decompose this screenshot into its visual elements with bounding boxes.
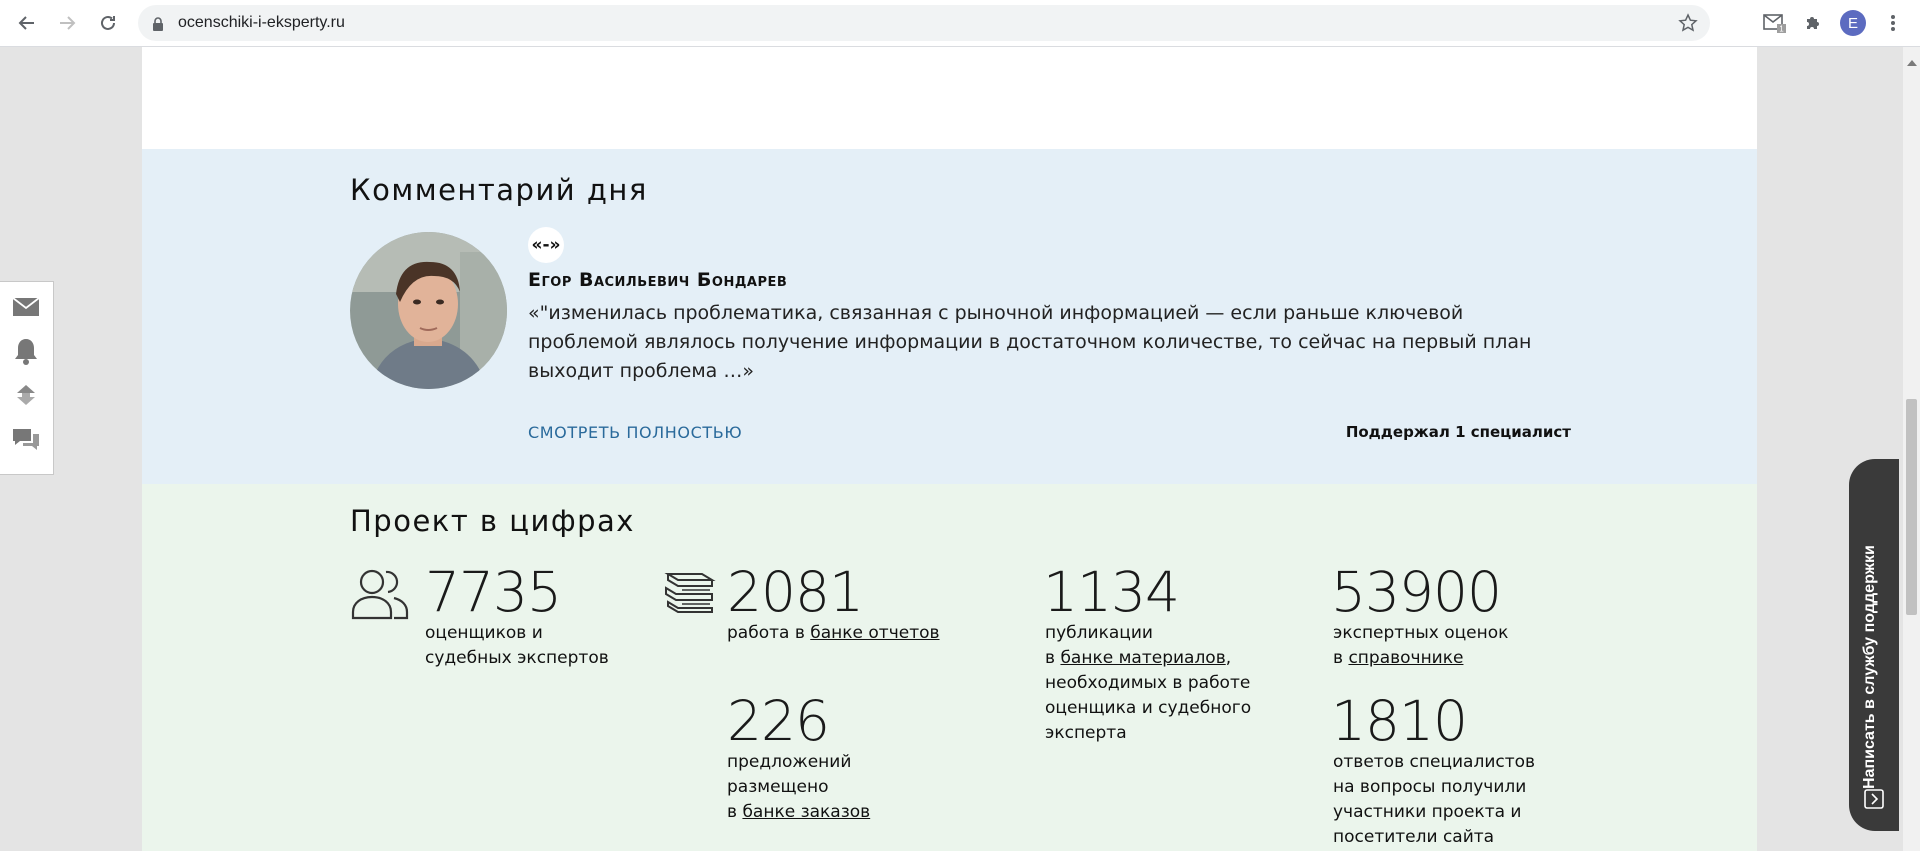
sync-arrows-icon[interactable] [11, 380, 41, 410]
scroll-up-arrow-icon[interactable] [1907, 51, 1917, 70]
stat-publications-desc: публикации в банке материалов, необходим… [1045, 623, 1252, 743]
materials-bank-link[interactable]: банке материалов [1060, 648, 1225, 668]
page-scrollbar[interactable] [1903, 47, 1920, 851]
comment-section-title: Комментарий дня [350, 173, 648, 207]
page-content-top [142, 47, 1757, 149]
stat-offers-desc: предложений размещено в банке заказов [727, 752, 871, 822]
project-stats-section: Проект в цифрах 7735 оценщиков и судебны… [142, 484, 1757, 851]
reload-icon[interactable] [95, 10, 121, 36]
mail-extension-icon[interactable]: 1 [1762, 10, 1788, 36]
reference-book-link[interactable]: справочнике [1348, 648, 1463, 668]
books-icon [664, 566, 716, 618]
support-tab-label: Написать в службу поддержки [1861, 545, 1878, 789]
stat-ratings-number: 53900 [1331, 560, 1502, 624]
stat-publications-number: 1134 [1043, 560, 1180, 624]
comment-of-day-section: Комментарий дня «-» Егор Васильевич Бонд… [142, 149, 1757, 484]
more-menu-icon[interactable] [1880, 10, 1906, 36]
stat-ratings-desc: экспертных оценок в справочнике [1333, 623, 1509, 668]
support-count: Поддержал 1 специалист [1345, 423, 1571, 441]
forward-icon[interactable] [54, 10, 80, 36]
comment-text: «"изменилась проблематика, связанная с р… [528, 302, 1532, 382]
svg-text:1: 1 [1779, 25, 1784, 34]
author-photo [350, 232, 507, 389]
lock-icon [152, 16, 164, 35]
bell-icon[interactable] [11, 336, 41, 366]
comment-author[interactable]: Егор Васильевич Бондарев [528, 269, 787, 291]
stat-reports-number: 2081 [727, 560, 864, 624]
stat-answers-desc: ответов специалистов на вопросы получили… [1333, 752, 1536, 847]
url-text: ocenschiki-i-eksperty.ru [178, 14, 345, 31]
view-full-link[interactable]: СМОТРЕТЬ ПОЛНОСТЬЮ [528, 423, 742, 442]
quote-badge: «-» [528, 227, 564, 263]
back-icon[interactable] [14, 10, 40, 36]
stat-answers-number: 1810 [1331, 689, 1468, 753]
chat-bubbles-icon[interactable] [11, 424, 41, 454]
scrollbar-thumb[interactable] [1906, 399, 1917, 615]
stat-appraisers-number: 7735 [425, 560, 562, 624]
stat-appraisers-desc: оценщиков и судебных экспертов [425, 623, 609, 668]
support-tab-button[interactable]: Написать в службу поддержки [1849, 459, 1899, 831]
users-icon [350, 566, 410, 624]
browser-toolbar: ocenschiki-i-eksperty.ru 1 E [0, 0, 1920, 47]
bookmark-star-icon[interactable] [1678, 13, 1698, 37]
stat-offers-number: 226 [727, 689, 830, 753]
stat-reports-desc: работа в банке отчетов [727, 623, 940, 643]
reports-bank-link[interactable]: банке отчетов [810, 623, 939, 643]
mail-icon[interactable] [11, 292, 41, 322]
profile-avatar[interactable]: E [1840, 10, 1866, 36]
side-toolbar [0, 281, 54, 475]
orders-bank-link[interactable]: банке заказов [742, 802, 870, 822]
address-bar[interactable]: ocenschiki-i-eksperty.ru [138, 5, 1710, 41]
extensions-puzzle-icon[interactable] [1800, 10, 1826, 36]
support-chevron-icon [1864, 789, 1884, 813]
stats-section-title: Проект в цифрах [350, 504, 635, 538]
